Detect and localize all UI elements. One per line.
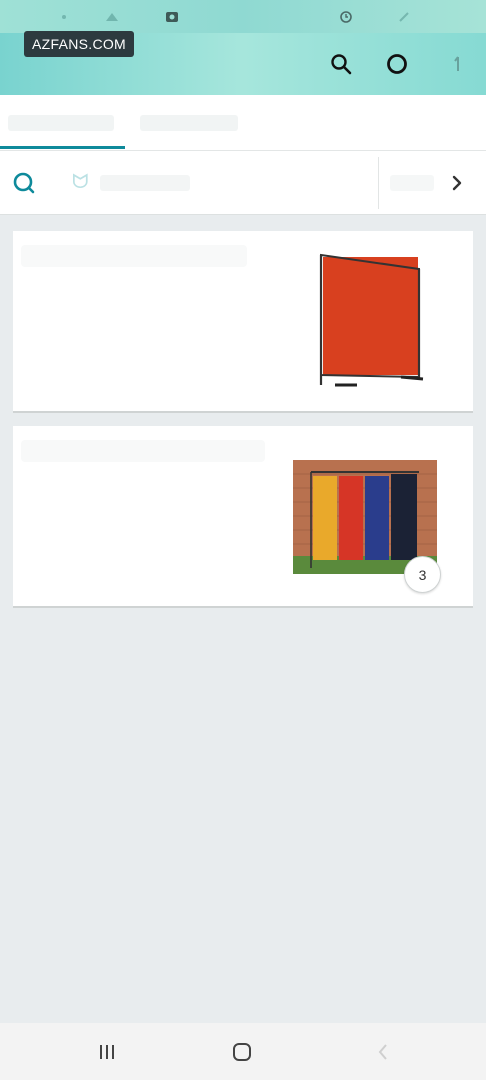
lens-icon[interactable] [12,171,36,195]
product-card[interactable]: 3 [13,426,473,608]
cart-button[interactable] [446,51,472,77]
status-dot-icon [56,10,72,22]
results-tab-row [0,95,486,151]
recents-button[interactable] [94,1039,120,1065]
home-icon [233,1043,251,1061]
search-icon [331,54,352,75]
home-button[interactable] [229,1039,255,1065]
signal-icon [396,10,412,22]
recents-icon [100,1045,114,1059]
product-card[interactable] [13,231,473,413]
tab-inactive[interactable] [140,115,238,131]
alarm-icon [338,10,354,23]
back-icon [378,1044,387,1060]
alexa-button[interactable] [384,51,410,77]
product-title[interactable] [21,245,247,267]
filter-row: ᗢ [0,151,486,215]
product-title[interactable] [21,440,265,462]
filter-divider [378,157,379,209]
image-count-badge[interactable]: 3 [404,556,441,593]
search-button[interactable] [328,51,354,77]
filter-glyph: ᗢ [72,171,89,193]
status-bar [0,0,486,33]
filter-chip-secondary[interactable] [390,175,434,191]
alexa-icon [387,54,407,74]
gallery-icon [164,10,180,22]
active-tab-indicator [0,146,125,149]
tab-active[interactable] [8,115,114,131]
chevron-right-icon[interactable] [446,171,468,195]
notification-icon [104,10,120,22]
back-button[interactable] [370,1039,396,1065]
page: AZFANS.COM ᗢ 3 [0,0,486,1080]
cart-icon [454,56,459,71]
filter-chip[interactable] [100,175,190,191]
red-welding-curtain-image[interactable] [313,249,425,395]
system-nav-bar [0,1023,486,1080]
watermark: AZFANS.COM [24,31,135,57]
